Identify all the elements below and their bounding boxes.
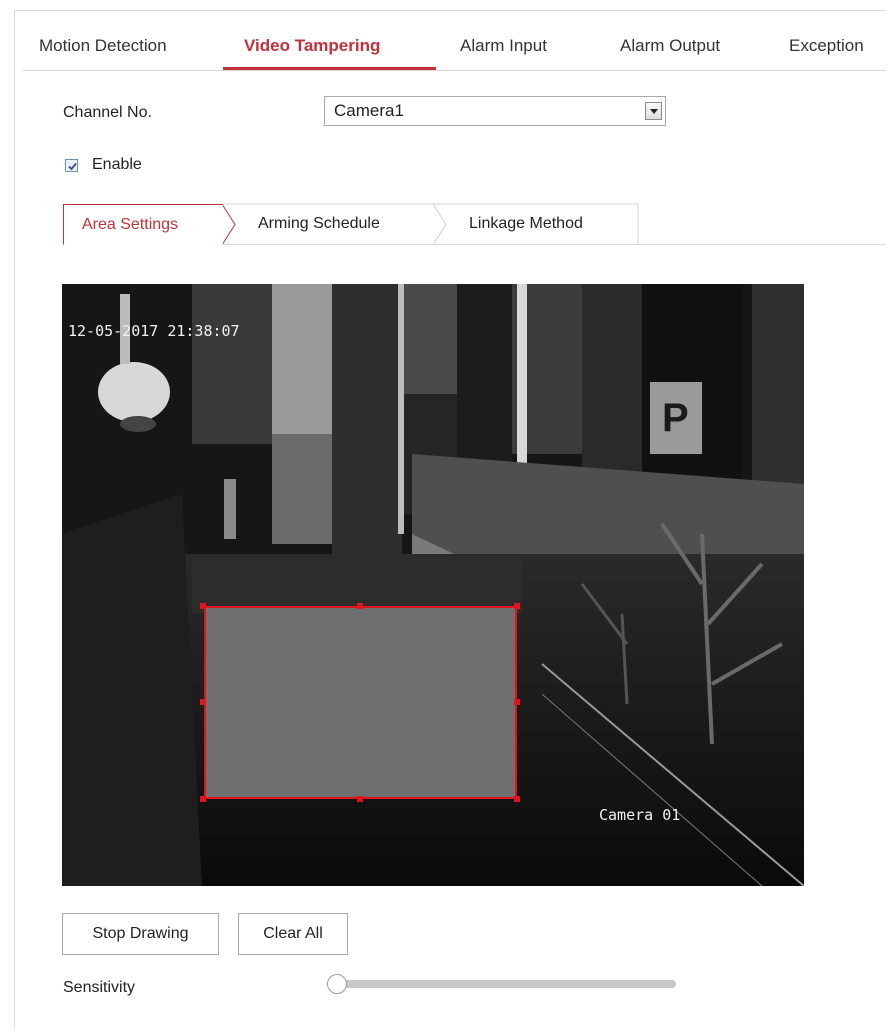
clear-all-button[interactable]: Clear All [238, 913, 348, 955]
region-handle-top[interactable] [357, 603, 363, 609]
sub-tab-area-settings[interactable]: Area Settings [63, 204, 223, 245]
sensitivity-slider-track[interactable] [340, 980, 676, 988]
region-handle-tr[interactable] [514, 603, 520, 609]
sub-tab-area-settings-label: Area Settings [82, 216, 179, 233]
region-handle-bl[interactable] [200, 796, 206, 802]
sub-tab-arming-schedule-label: Arming Schedule [258, 215, 380, 232]
region-handle-right[interactable] [514, 699, 520, 705]
tamper-region[interactable] [204, 606, 517, 799]
parking-sign-letter: P [662, 396, 689, 440]
sensitivity-label: Sensitivity [63, 979, 136, 996]
region-handle-bottom[interactable] [357, 796, 363, 802]
region-handle-tl[interactable] [200, 603, 206, 609]
region-handle-br[interactable] [514, 796, 520, 802]
region-handle-left[interactable] [200, 699, 206, 705]
sub-tab-linkage-method[interactable]: Linkage Method [447, 204, 637, 245]
sensitivity-slider-handle[interactable] [327, 974, 347, 994]
sub-tab-arming-schedule[interactable]: Arming Schedule [236, 204, 432, 245]
stop-drawing-button[interactable]: Stop Drawing [62, 913, 219, 955]
sub-tab-linkage-method-label: Linkage Method [469, 215, 583, 232]
osd-timestamp: 12-05-2017 21:38:07 [68, 322, 240, 340]
osd-camera-name: Camera 01 [599, 806, 681, 824]
video-preview[interactable]: 12-05-2017 21:38:07 Camera 01 P [62, 284, 804, 886]
